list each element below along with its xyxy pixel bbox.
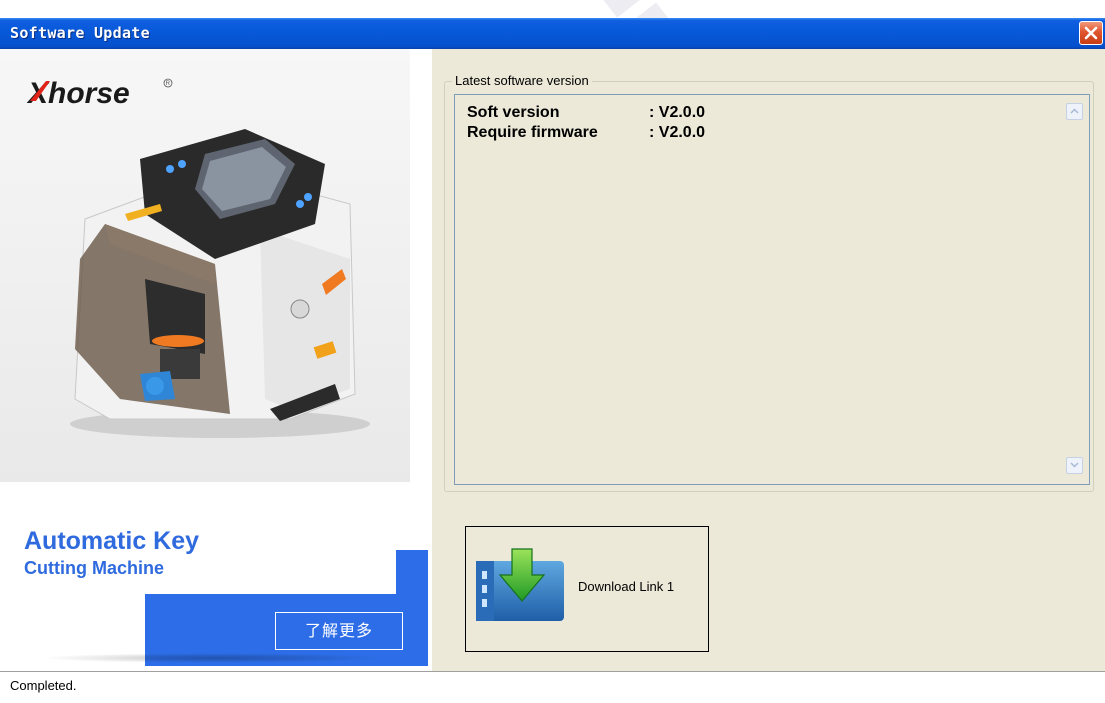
logo-text: Xhorse (26, 77, 130, 110)
banner-subheadline: Cutting Machine (24, 558, 164, 578)
version-info-textarea[interactable]: Soft version : V2.0.0 Require firmware :… (454, 94, 1090, 485)
close-icon (1084, 26, 1098, 40)
status-bar: Completed. (0, 671, 1105, 703)
software-update-window: Software Update Xhorse R Automatic Key C… (0, 18, 1105, 703)
version-group-legend: Latest software version (452, 73, 592, 88)
version-info: Soft version : V2.0.0 Require firmware :… (467, 103, 705, 143)
download-link-1-button[interactable]: Download Link 1 (465, 526, 709, 652)
window-title: Software Update (10, 24, 150, 42)
banner-shadow (40, 653, 390, 663)
chevron-up-icon (1070, 108, 1079, 114)
title-bar[interactable]: Software Update (0, 18, 1105, 49)
close-button[interactable] (1079, 21, 1103, 45)
svg-text:R: R (166, 81, 171, 87)
soft-version-label: Soft version (467, 104, 560, 121)
learn-more-button[interactable]: 了解更多 (275, 612, 403, 650)
download-arrow-icon (476, 548, 564, 621)
soft-version-value: : V2.0.0 (649, 104, 706, 121)
product-banner: Xhorse R Automatic Key Cutting Machine 了… (0, 49, 432, 671)
soft-version-row: Soft version : V2.0.0 (467, 103, 705, 123)
firmware-label: Require firmware (467, 124, 598, 141)
download-link-label: Download Link 1 (578, 579, 675, 594)
key-cutting-machine-image (70, 129, 370, 438)
chevron-down-icon (1070, 462, 1079, 468)
firmware-value: : V2.0.0 (649, 124, 706, 141)
banner-blue-block-top (396, 550, 428, 600)
scroll-down-button[interactable] (1066, 457, 1083, 474)
banner-headline: Automatic Key (24, 527, 200, 555)
dialog-body: Xhorse R Automatic Key Cutting Machine 了… (0, 49, 1105, 671)
status-text: Completed. (10, 678, 77, 693)
firmware-row: Require firmware : V2.0.0 (467, 123, 705, 143)
scroll-up-button[interactable] (1066, 103, 1083, 120)
